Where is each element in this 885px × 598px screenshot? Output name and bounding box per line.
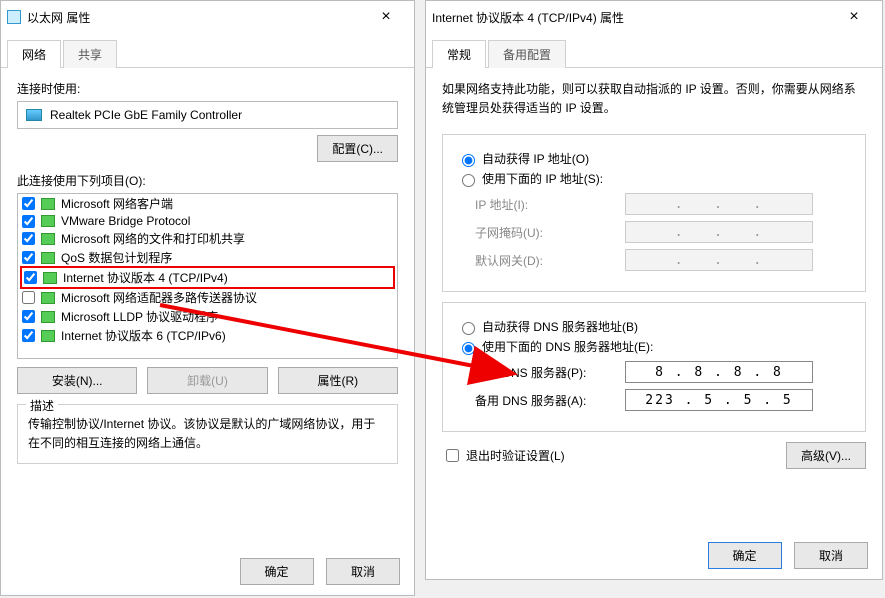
dns-fieldset: 自动获得 DNS 服务器地址(B) 使用下面的 DNS 服务器地址(E): 首选… <box>442 302 866 432</box>
auto-dns-label: 自动获得 DNS 服务器地址(B) <box>482 318 638 335</box>
advanced-button[interactable]: 高级(V)... <box>786 442 866 469</box>
gateway-label: 默认网关(D): <box>475 252 625 269</box>
list-item[interactable]: Internet 协议版本 6 (TCP/IPv6) <box>18 326 397 345</box>
connect-using-label: 连接时使用: <box>17 80 398 97</box>
install-button[interactable]: 安装(N)... <box>17 367 137 394</box>
list-item[interactable]: Microsoft 网络的文件和打印机共享 <box>18 229 397 248</box>
intro-text: 如果网络支持此功能，则可以获取自动指派的 IP 设置。否则，你需要从网络系统管理… <box>442 80 866 118</box>
dialog-footer: 确定 取消 <box>426 532 882 579</box>
item-checkbox[interactable] <box>24 271 37 284</box>
dns1-label: 首选 DNS 服务器(P): <box>475 364 625 381</box>
description-text: 传输控制协议/Internet 协议。该协议是默认的广域网络协议，用于在不同的相… <box>28 415 387 453</box>
validate-checkbox[interactable] <box>446 449 459 462</box>
tab-general[interactable]: 常规 <box>432 40 486 68</box>
validate-label: 退出时验证设置(L) <box>466 447 565 464</box>
item-label: Internet 协议版本 6 (TCP/IPv6) <box>61 327 226 344</box>
protocol-icon <box>41 292 55 304</box>
auto-ip-radio[interactable] <box>462 154 475 167</box>
item-label: VMware Bridge Protocol <box>61 214 190 228</box>
protocol-icon <box>41 311 55 323</box>
titlebar: Internet 协议版本 4 (TCP/IPv4) 属性 × <box>426 1 882 33</box>
dialog-footer: 确定 取消 <box>1 548 414 595</box>
list-item[interactable]: Microsoft 网络客户端 <box>18 194 397 213</box>
item-checkbox[interactable] <box>22 251 35 264</box>
item-label: Microsoft 网络客户端 <box>61 195 173 212</box>
close-icon[interactable]: × <box>364 8 408 26</box>
manual-ip-radio[interactable] <box>462 174 475 187</box>
list-item[interactable]: Microsoft 网络适配器多路传送器协议 <box>18 288 397 307</box>
item-checkbox[interactable] <box>22 291 35 304</box>
description-legend: 描述 <box>26 397 58 414</box>
tabs: 网络 共享 <box>1 33 414 68</box>
dns2-label: 备用 DNS 服务器(A): <box>475 392 625 409</box>
tcpip4-properties-dialog: Internet 协议版本 4 (TCP/IPv4) 属性 × 常规 备用配置 … <box>425 0 883 580</box>
item-checkbox[interactable] <box>22 329 35 342</box>
item-checkbox[interactable] <box>22 215 35 228</box>
net-icon <box>7 10 21 24</box>
dialog-body: 连接时使用: Realtek PCIe GbE Family Controlle… <box>1 68 414 548</box>
tab-sharing[interactable]: 共享 <box>63 40 117 68</box>
adapter-name: Realtek PCIe GbE Family Controller <box>50 108 242 122</box>
list-item[interactable]: Microsoft LLDP 协议驱动程序 <box>18 307 397 326</box>
ip-label: IP 地址(I): <box>475 196 625 213</box>
cancel-button[interactable]: 取消 <box>794 542 868 569</box>
list-item-tcpip4[interactable]: Internet 协议版本 4 (TCP/IPv4) <box>20 266 395 289</box>
uninstall-button[interactable]: 卸载(U) <box>147 367 267 394</box>
adapter-icon <box>26 109 42 121</box>
ok-button[interactable]: 确定 <box>240 558 314 585</box>
adapter-box[interactable]: Realtek PCIe GbE Family Controller <box>17 101 398 129</box>
dialog-body: 如果网络支持此功能，则可以获取自动指派的 IP 设置。否则，你需要从网络系统管理… <box>426 68 882 532</box>
ip-input: . . . <box>625 193 813 215</box>
protocol-icon <box>41 198 55 210</box>
window-title: 以太网 属性 <box>27 9 364 26</box>
auto-ip-label: 自动获得 IP 地址(O) <box>482 150 589 167</box>
item-label: Internet 协议版本 4 (TCP/IPv4) <box>63 269 228 286</box>
manual-ip-label: 使用下面的 IP 地址(S): <box>482 170 603 187</box>
uses-items-label: 此连接使用下列项目(O): <box>17 172 398 189</box>
ethernet-properties-dialog: 以太网 属性 × 网络 共享 连接时使用: Realtek PCIe GbE F… <box>0 0 415 596</box>
item-checkbox[interactable] <box>22 310 35 323</box>
item-checkbox[interactable] <box>22 232 35 245</box>
mask-label: 子网掩码(U): <box>475 224 625 241</box>
tab-alternate[interactable]: 备用配置 <box>488 40 566 68</box>
auto-dns-radio[interactable] <box>462 322 475 335</box>
gateway-input: . . . <box>625 249 813 271</box>
protocol-icon <box>41 215 55 227</box>
protocol-icon <box>41 252 55 264</box>
manual-dns-label: 使用下面的 DNS 服务器地址(E): <box>482 338 653 355</box>
description-group: 描述 传输控制协议/Internet 协议。该协议是默认的广域网络协议，用于在不… <box>17 404 398 464</box>
item-label: Microsoft LLDP 协议驱动程序 <box>61 308 218 325</box>
titlebar: 以太网 属性 × <box>1 1 414 33</box>
protocol-icon <box>41 233 55 245</box>
mask-input: . . . <box>625 221 813 243</box>
cancel-button[interactable]: 取消 <box>326 558 400 585</box>
item-label: QoS 数据包计划程序 <box>61 249 172 266</box>
close-icon[interactable]: × <box>832 8 876 26</box>
item-checkbox[interactable] <box>22 197 35 210</box>
configure-button[interactable]: 配置(C)... <box>317 135 398 162</box>
ip-fieldset: 自动获得 IP 地址(O) 使用下面的 IP 地址(S): IP 地址(I):.… <box>442 134 866 292</box>
protocol-list[interactable]: Microsoft 网络客户端 VMware Bridge Protocol M… <box>17 193 398 359</box>
list-item[interactable]: QoS 数据包计划程序 <box>18 248 397 267</box>
protocol-icon <box>41 330 55 342</box>
dns2-input[interactable]: 223 . 5 . 5 . 5 <box>625 389 813 411</box>
window-title: Internet 协议版本 4 (TCP/IPv4) 属性 <box>432 9 832 26</box>
item-label: Microsoft 网络适配器多路传送器协议 <box>61 289 257 306</box>
tab-network[interactable]: 网络 <box>7 40 61 68</box>
dns1-input[interactable]: 8 . 8 . 8 . 8 <box>625 361 813 383</box>
item-label: Microsoft 网络的文件和打印机共享 <box>61 230 245 247</box>
list-item[interactable]: VMware Bridge Protocol <box>18 213 397 229</box>
tabs: 常规 备用配置 <box>426 33 882 68</box>
manual-dns-radio[interactable] <box>462 342 475 355</box>
protocol-icon <box>43 272 57 284</box>
ok-button[interactable]: 确定 <box>708 542 782 569</box>
properties-button[interactable]: 属性(R) <box>278 367 398 394</box>
